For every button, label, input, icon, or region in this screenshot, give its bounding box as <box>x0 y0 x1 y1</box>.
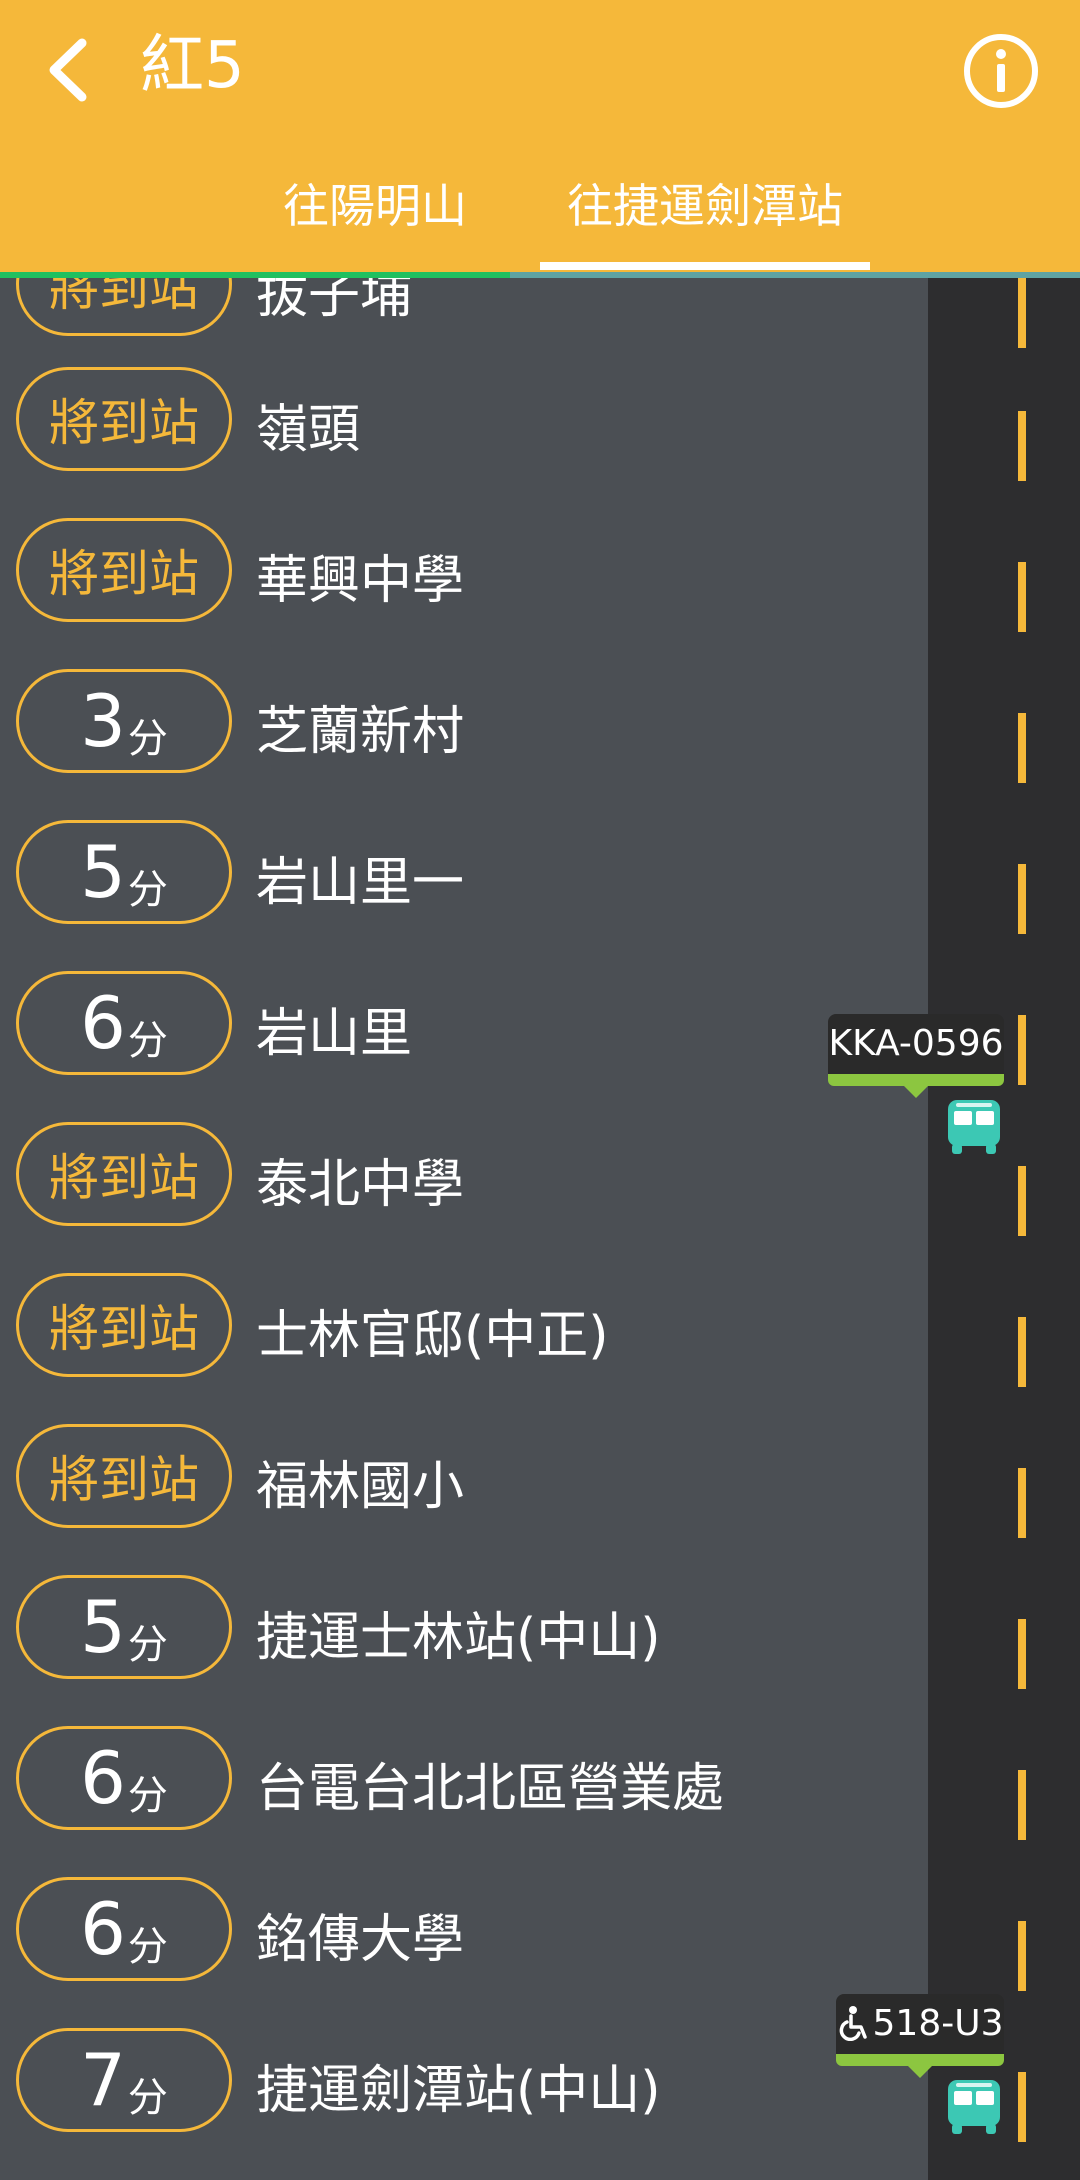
track-segment <box>1018 864 1026 934</box>
info-icon <box>964 34 1038 108</box>
eta-minutes: 6 <box>80 981 126 1065</box>
stop-row[interactable]: 將到站 嶺頭 <box>0 359 928 510</box>
eta-badge: 6分 <box>16 971 232 1075</box>
eta-badge: 將到站 <box>16 1424 232 1528</box>
stop-row[interactable]: 將到站 華興中學 <box>0 510 928 661</box>
stop-row[interactable]: 6分 岩山里 <box>0 963 928 1114</box>
bus-tag-pointer <box>908 2066 932 2078</box>
stop-name: 芝蘭新村 <box>256 702 465 762</box>
eta-minutes: 5 <box>80 830 126 914</box>
eta-unit: 分 <box>127 867 168 913</box>
eta-unit: 分 <box>127 1622 168 1668</box>
stop-name: 捷運劍潭站(中山) <box>256 2061 661 2121</box>
eta-unit: 分 <box>127 716 168 762</box>
eta-badge: 7分 <box>16 2028 232 2132</box>
stop-row[interactable]: 將到站 福林國小 <box>0 1416 928 1567</box>
stop-name: 岩山里 <box>256 1004 413 1064</box>
bus-plate-tag[interactable]: 518-U3 <box>836 1994 1004 2078</box>
eta-badge: 6分 <box>16 1877 232 1981</box>
track-segment <box>1018 1770 1026 1840</box>
eta-badge: 將到站 <box>16 1273 232 1377</box>
stop-row[interactable]: 將到站 士林官邸(中正) <box>0 1265 928 1416</box>
wheelchair-icon <box>839 2006 867 2042</box>
eta-minutes: 6 <box>80 1887 126 1971</box>
stop-name: 捷運士林站(中山) <box>256 1608 661 1668</box>
direction-tabs: 往陽明山 往捷運劍潭站 <box>0 160 1080 272</box>
track-segment <box>1018 1015 1026 1085</box>
eta-soon-label: 將到站 <box>49 394 199 452</box>
track-segment <box>1018 278 1026 348</box>
stop-name: 福林國小 <box>256 1457 465 1517</box>
track-segment <box>1018 562 1026 632</box>
bus-tag-pointer <box>904 1086 928 1098</box>
track-segment <box>1018 2072 1026 2142</box>
eta-soon-label: 將到站 <box>49 1451 199 1509</box>
back-button[interactable] <box>28 30 108 110</box>
stop-name: 嶺頭 <box>256 400 361 460</box>
stop-row[interactable]: 5分 捷運士林站(中山) <box>0 1567 928 1718</box>
track-segment <box>1018 1317 1026 1387</box>
bus-plate-tag[interactable]: KKA-0596 <box>828 1014 1004 1098</box>
eta-soon-label: 將到站 <box>49 545 199 603</box>
eta-badge: 3分 <box>16 669 232 773</box>
stop-row[interactable]: 6分 台電台北北區營業處 <box>0 1718 928 1869</box>
bus-tag-bar <box>828 1074 1004 1086</box>
tab-to-yangmingshan[interactable]: 往陽明山 <box>240 160 510 268</box>
chevron-left-icon <box>49 38 87 102</box>
bus-plate: KKA-0596 <box>828 1023 1004 1064</box>
track-segment <box>1018 1921 1026 1991</box>
stop-row[interactable]: 3分 芝蘭新村 <box>0 661 928 812</box>
eta-badge: 將到站 <box>16 367 232 471</box>
stop-list[interactable]: 將到站 拔子埔 將到站 嶺頭 將到站 華興中學 3分 芝蘭新村 5分 岩山里一 … <box>0 278 1080 2180</box>
eta-badge: 5分 <box>16 820 232 924</box>
track-segment <box>1018 411 1026 481</box>
track-segment <box>1018 713 1026 783</box>
route-title: 紅5 <box>140 29 245 103</box>
eta-minutes: 3 <box>80 679 126 763</box>
eta-minutes: 7 <box>80 2038 126 2122</box>
eta-badge: 將到站 <box>16 1122 232 1226</box>
stop-name: 泰北中學 <box>256 1155 465 1215</box>
track-segment <box>1018 1166 1026 1236</box>
stop-name: 拔子埔 <box>256 278 413 325</box>
eta-soon-label: 將到站 <box>49 1300 199 1358</box>
eta-unit: 分 <box>127 1773 168 1819</box>
track-segment <box>1018 1468 1026 1538</box>
bus-icon[interactable] <box>942 1094 1006 1158</box>
stop-name: 台電台北北區營業處 <box>256 1759 725 1819</box>
eta-soon-label: 將到站 <box>49 278 199 317</box>
stop-row[interactable]: 將到站 泰北中學 <box>0 1114 928 1265</box>
eta-badge: 6分 <box>16 1726 232 1830</box>
stop-name: 岩山里一 <box>256 853 465 913</box>
stop-row[interactable]: 將到站 拔子埔 <box>0 278 928 359</box>
track-segment <box>1018 1619 1026 1689</box>
tab-to-jiantan-station[interactable]: 往捷運劍潭站 <box>540 160 870 268</box>
stop-name: 銘傳大學 <box>256 1910 465 1970</box>
app-header: 紅5 往陽明山 往捷運劍潭站 <box>0 0 1080 272</box>
eta-minutes: 6 <box>80 1736 126 1820</box>
stop-row[interactable]: 7分 捷運劍潭站(中山) <box>0 2020 928 2171</box>
eta-badge: 將到站 <box>16 518 232 622</box>
info-button[interactable] <box>960 30 1042 112</box>
bus-plate: 518-U3 <box>872 2003 1004 2044</box>
stop-row[interactable]: 5分 岩山里一 <box>0 812 928 963</box>
eta-badge: 5分 <box>16 1575 232 1679</box>
stop-row[interactable]: 6分 銘傳大學 <box>0 1869 928 2020</box>
bus-tag-bar <box>836 2054 1004 2066</box>
stop-name: 華興中學 <box>256 551 465 611</box>
eta-unit: 分 <box>127 1018 168 1064</box>
eta-unit: 分 <box>127 2075 168 2121</box>
stop-name: 士林官邸(中正) <box>256 1306 609 1366</box>
bus-icon[interactable] <box>942 2074 1006 2138</box>
eta-minutes: 5 <box>80 1585 126 1669</box>
selected-tab-indicator <box>540 262 870 270</box>
eta-unit: 分 <box>127 1924 168 1970</box>
eta-badge: 將到站 <box>16 278 232 336</box>
eta-soon-label: 將到站 <box>49 1149 199 1207</box>
